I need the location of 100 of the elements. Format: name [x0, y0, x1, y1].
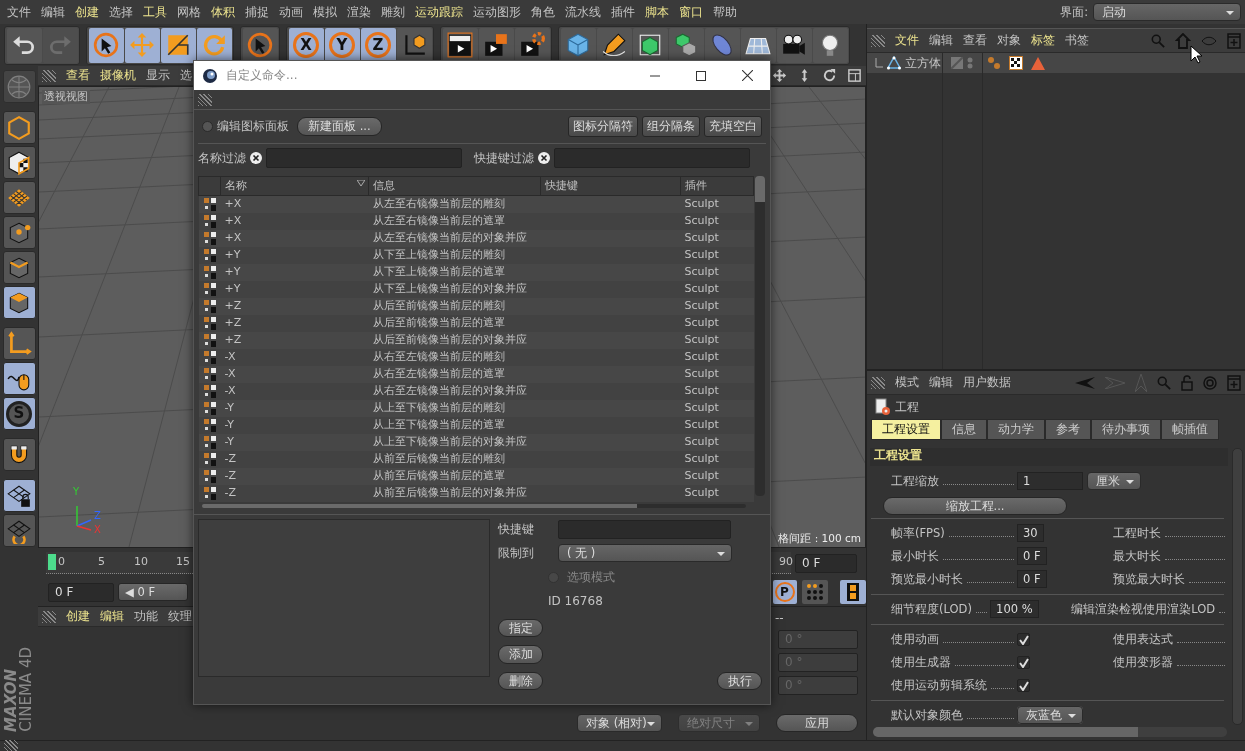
menu-item[interactable]: 摄像机: [100, 68, 136, 83]
checkbox[interactable]: [1017, 679, 1030, 692]
menu-item[interactable]: 编辑: [36, 4, 70, 20]
toolbar-button[interactable]: 图标分隔符: [568, 116, 638, 137]
axis-toggle-button[interactable]: Z: [360, 27, 396, 63]
toolbar-button[interactable]: [160, 27, 196, 63]
toolbar-button[interactable]: [704, 27, 740, 63]
menu-item[interactable]: 功能: [134, 609, 158, 624]
phong-tag-icon[interactable]: [1031, 56, 1045, 70]
toolbar-button[interactable]: [6, 27, 42, 63]
menu-item[interactable]: 脚本: [640, 4, 674, 20]
tab[interactable]: 动力学: [987, 419, 1045, 440]
interface-dropdown[interactable]: 启动: [1093, 2, 1241, 22]
column-header[interactable]: 名称: [220, 176, 369, 196]
toolbar-button[interactable]: [88, 27, 124, 63]
shortcut-filter-field[interactable]: [554, 148, 750, 168]
sort-icon[interactable]: [357, 180, 365, 186]
tool-button[interactable]: [2, 216, 36, 249]
apply-button[interactable]: 应用: [776, 713, 858, 732]
toolbar-button[interactable]: [596, 27, 632, 63]
timeline-button[interactable]: [840, 580, 866, 604]
tool-button[interactable]: [2, 111, 36, 144]
toolbar-button[interactable]: [776, 27, 812, 63]
tab[interactable]: 待办事项: [1091, 419, 1161, 440]
menu-item[interactable]: 编辑: [929, 33, 953, 48]
tool-button[interactable]: [2, 438, 36, 471]
menu-item[interactable]: 渲染: [342, 4, 376, 20]
axis-toggle-button[interactable]: Y: [324, 27, 360, 63]
scrollbar[interactable]: [755, 176, 765, 496]
frame-field[interactable]: ◀ 0 F: [118, 582, 188, 602]
menu-item[interactable]: 编辑: [100, 609, 124, 624]
menu-item[interactable]: 创建: [70, 4, 104, 20]
menu-item[interactable]: 网格: [172, 4, 206, 20]
visibility-dots-icon[interactable]: [967, 57, 973, 69]
menu-item[interactable]: 对象: [997, 33, 1021, 48]
menu-item[interactable]: 窗口: [674, 4, 708, 20]
action-button[interactable]: 指定: [498, 619, 543, 638]
move-view-icon[interactable]: [772, 68, 787, 83]
clear-icon[interactable]: [250, 152, 262, 164]
toolbar-button[interactable]: [396, 27, 432, 63]
panel-grip[interactable]: [42, 69, 56, 82]
tool-button[interactable]: [2, 362, 36, 395]
coordinate-mode-dropdown[interactable]: 对象 (相对): [577, 713, 662, 732]
new-palette-button[interactable]: 新建面板 ...: [297, 117, 382, 136]
toolbar-button[interactable]: [812, 27, 848, 63]
panel-grip[interactable]: [42, 610, 56, 623]
keyframe-dots-button[interactable]: [801, 580, 828, 604]
restrict-dropdown[interactable]: ( 无 ): [558, 543, 732, 563]
number-field[interactable]: 0 F: [1017, 547, 1047, 566]
toolbar-button[interactable]: [668, 27, 704, 63]
menu-item[interactable]: 选: [180, 68, 192, 83]
material-tag-icon[interactable]: [1009, 56, 1023, 70]
column-header[interactable]: 插件: [680, 176, 754, 196]
toolbar-button[interactable]: 充填空白: [704, 116, 762, 137]
menu-item[interactable]: 插件: [606, 4, 640, 20]
tab[interactable]: 信息: [941, 419, 987, 440]
toolbar-button[interactable]: [560, 27, 596, 63]
menu-item[interactable]: 运动图形: [468, 4, 526, 20]
checkbox[interactable]: [1017, 633, 1030, 646]
toolbar-button[interactable]: [478, 27, 514, 63]
menu-item[interactable]: 用户数据: [963, 375, 1011, 391]
record-button[interactable]: P: [772, 580, 797, 604]
panel-grip[interactable]: [871, 34, 885, 47]
menu-item[interactable]: 模式: [895, 375, 919, 391]
menu-item[interactable]: 动画: [274, 4, 308, 20]
panel-grip[interactable]: [4, 740, 18, 751]
menu-item[interactable]: 查看: [963, 33, 987, 48]
menu-item[interactable]: 编辑: [929, 375, 953, 391]
menu-item[interactable]: 标签: [1031, 33, 1055, 48]
tool-button[interactable]: [2, 251, 36, 284]
scrollbar[interactable]: [873, 727, 1227, 737]
number-field[interactable]: 0 F: [1017, 570, 1047, 589]
checkbox[interactable]: [202, 121, 213, 132]
shortcut-field[interactable]: [558, 519, 731, 539]
tab[interactable]: 帧插值: [1161, 419, 1219, 440]
menu-item[interactable]: 文件: [895, 33, 919, 48]
axis-toggle-button[interactable]: X: [288, 27, 324, 63]
menu-item[interactable]: 创建: [66, 609, 90, 624]
menu-item[interactable]: 体积: [206, 4, 240, 20]
number-field[interactable]: 1: [1017, 471, 1083, 491]
number-field[interactable]: 100 %: [990, 600, 1039, 619]
toolbar-button[interactable]: [514, 27, 550, 63]
tool-button[interactable]: [2, 327, 36, 360]
menu-item[interactable]: 书签: [1065, 33, 1089, 48]
menu-item[interactable]: 查看: [66, 68, 90, 83]
start-frame-field[interactable]: 0 F: [48, 582, 114, 602]
scale-project-button[interactable]: 缩放工程...: [883, 496, 1067, 515]
menu-item[interactable]: 雕刻: [376, 4, 410, 20]
menu-item[interactable]: 捕捉: [240, 4, 274, 20]
menu-item[interactable]: 选择: [104, 4, 138, 20]
action-button[interactable]: 删除: [498, 671, 543, 691]
toolbar-button[interactable]: [632, 27, 668, 63]
tag-icon[interactable]: [987, 56, 1001, 70]
toolbar-button[interactable]: [740, 27, 776, 63]
name-filter-field[interactable]: [266, 148, 462, 168]
menu-item[interactable]: 运动跟踪: [410, 4, 468, 20]
tab[interactable]: 工程设置: [871, 419, 941, 440]
toolbar-button[interactable]: 组分隔条: [642, 116, 700, 137]
color-dropdown[interactable]: 灰蓝色: [1017, 706, 1083, 725]
tool-button[interactable]: [2, 479, 36, 512]
